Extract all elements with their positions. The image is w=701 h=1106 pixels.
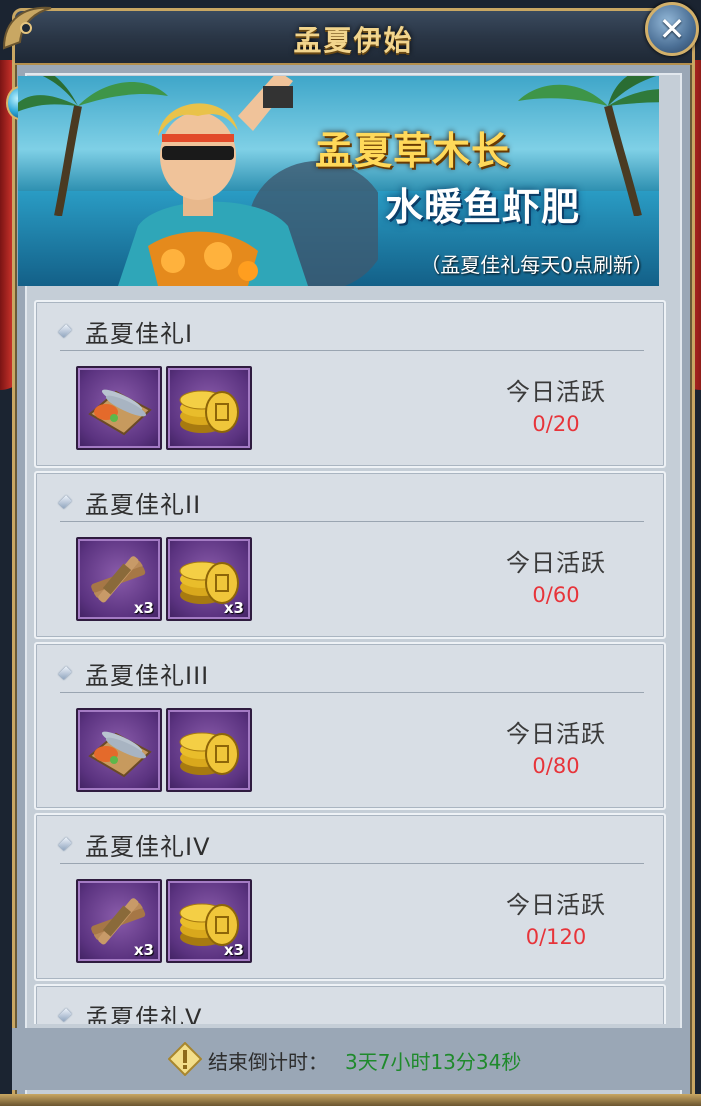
gift-title: 孟夏佳礼IV — [85, 833, 211, 861]
diamond-bullet-icon — [58, 324, 72, 338]
gift-card-header: 孟夏佳礼V — [58, 996, 644, 1024]
reward-item-gold[interactable] — [166, 708, 252, 792]
gift-card-2: 孟夏佳礼II x3 x3 今日活跃 0/60 — [34, 471, 666, 639]
title-bar: 孟夏伊始 — [15, 11, 692, 65]
reward-item-wood[interactable]: x3 — [76, 879, 162, 963]
countdown-label: 结束倒计时： — [208, 1050, 328, 1074]
warning-diamond-icon — [168, 1042, 202, 1076]
gold-coins-icon — [179, 732, 239, 775]
activity-label: 今日活跃 — [506, 378, 606, 406]
gift-card-header: 孟夏佳礼I — [58, 312, 644, 351]
banner-refresh-note: （孟夏佳礼每天0点刷新） — [420, 253, 653, 277]
gift-title: 孟夏佳礼V — [85, 1004, 203, 1024]
countdown-value: 3天7小时13分34秒 — [345, 1050, 522, 1074]
gold-coins-icon — [179, 390, 239, 433]
gift-card-header: 孟夏佳礼IV — [58, 825, 644, 864]
gift-card-3: 孟夏佳礼III 今日活跃 0/80 — [34, 642, 666, 810]
activity-label: 今日活跃 — [506, 549, 606, 577]
event-banner: 孟夏草木长 水暖鱼虾肥 （孟夏佳礼每天0点刷新） — [18, 76, 659, 286]
activity-progress: 0/60 — [532, 583, 580, 607]
activity-progress: 0/20 — [532, 412, 580, 436]
close-button[interactable]: ✕ — [645, 2, 699, 56]
reward-item-wood[interactable]: x3 — [76, 537, 162, 621]
corner-ornament-icon — [2, 6, 52, 50]
gift-title: 孟夏佳礼I — [85, 320, 194, 348]
item-quantity: x3 — [133, 599, 154, 617]
reward-item-gold[interactable]: x3 — [166, 879, 252, 963]
diamond-bullet-icon — [58, 1008, 72, 1022]
reward-item-gold[interactable] — [166, 366, 252, 450]
frame-bottom-edge — [0, 1094, 701, 1106]
activity-progress: 0/80 — [532, 754, 580, 778]
gift-card-header: 孟夏佳礼III — [58, 654, 644, 693]
item-quantity: x3 — [223, 941, 244, 959]
gift-card-header: 孟夏佳礼II — [58, 483, 644, 522]
gift-list[interactable]: 孟夏佳礼I 今日活跃 0/20 孟夏佳礼II x3 x3 今日活跃 0/60 孟… — [32, 296, 667, 1024]
diamond-bullet-icon — [58, 837, 72, 851]
fish-platter-icon — [88, 731, 152, 778]
gift-card-1: 孟夏佳礼I 今日活跃 0/20 — [34, 300, 666, 468]
close-icon: ✕ — [658, 10, 686, 48]
gift-title: 孟夏佳礼III — [85, 662, 210, 690]
reward-item-fish[interactable] — [76, 366, 162, 450]
reward-item-fish[interactable] — [76, 708, 162, 792]
diamond-bullet-icon — [58, 495, 72, 509]
item-quantity: x3 — [133, 941, 154, 959]
hero-character-image — [118, 76, 378, 286]
banner-title-line2: 水暖鱼虾肥 — [385, 184, 581, 229]
activity-label: 今日活跃 — [506, 891, 606, 919]
activity-progress: 0/120 — [525, 925, 587, 949]
fish-platter-icon — [88, 389, 152, 436]
gift-card-4: 孟夏佳礼IV x3 x3 今日活跃 0/120 — [34, 813, 666, 981]
activity-label: 今日活跃 — [506, 720, 606, 748]
diamond-bullet-icon — [58, 666, 72, 680]
item-quantity: x3 — [223, 599, 244, 617]
gift-title: 孟夏佳礼II — [85, 491, 202, 519]
banner-title-line1: 孟夏草木长 — [315, 128, 511, 173]
gift-card-5: 孟夏佳礼V — [34, 984, 666, 1024]
reward-item-gold[interactable]: x3 — [166, 537, 252, 621]
window-title: 孟夏伊始 — [293, 24, 414, 57]
